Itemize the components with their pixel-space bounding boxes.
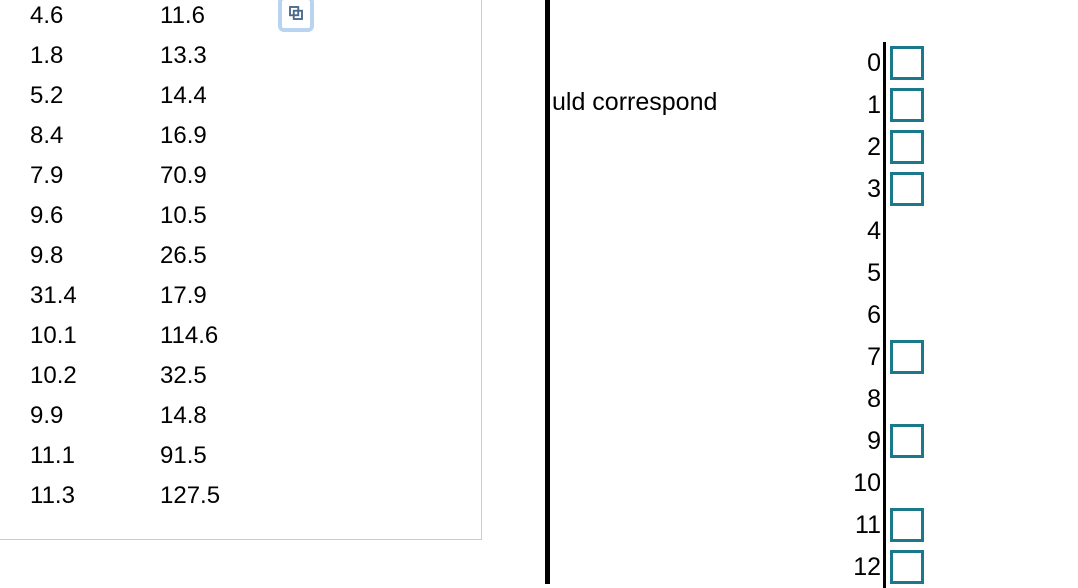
cell: 4.6	[30, 2, 160, 30]
answer-box-9[interactable]	[890, 424, 924, 458]
answer-box-11[interactable]	[890, 508, 924, 542]
answer-row: 0	[835, 42, 924, 84]
answer-label: 10	[835, 469, 883, 498]
axis-line	[883, 42, 886, 84]
answer-row: 7	[835, 336, 924, 378]
answer-box-1[interactable]	[890, 88, 924, 122]
answer-label: 12	[835, 553, 883, 582]
data-table-panel: 4.611.6 1.813.3 5.214.4 8.416.9 7.970.9 …	[0, 0, 482, 540]
cell: 11.3	[30, 482, 160, 510]
cell: 70.9	[160, 162, 280, 190]
answer-label: 6	[835, 301, 883, 330]
answer-box-8	[890, 382, 924, 416]
table-row: 4.611.6	[30, 2, 481, 30]
axis-line	[883, 504, 886, 546]
table-row: 5.214.4	[30, 82, 481, 110]
table-row: 10.232.5	[30, 362, 481, 390]
table-row: 9.610.5	[30, 202, 481, 230]
axis-line	[883, 546, 886, 588]
axis-line	[883, 168, 886, 210]
answer-label: 1	[835, 91, 883, 120]
cell: 127.5	[160, 482, 280, 510]
answer-row: 10	[835, 462, 924, 504]
answer-label: 9	[835, 427, 883, 456]
cell: 5.2	[30, 82, 160, 110]
cell: 10.2	[30, 362, 160, 390]
vertical-divider	[545, 0, 550, 584]
cell: 9.9	[30, 402, 160, 430]
answer-box-10	[890, 466, 924, 500]
copy-button[interactable]	[278, 0, 314, 32]
answer-row: 12	[835, 546, 924, 588]
data-table: 4.611.6 1.813.3 5.214.4 8.416.9 7.970.9 …	[0, 2, 481, 510]
answer-row: 2	[835, 126, 924, 168]
copy-icon	[287, 4, 305, 25]
answer-box-4	[890, 214, 924, 248]
answer-row: 3	[835, 168, 924, 210]
answer-label: 0	[835, 49, 883, 78]
answer-row: 8	[835, 378, 924, 420]
cell: 7.9	[30, 162, 160, 190]
cell: 14.8	[160, 402, 280, 430]
axis-line	[883, 336, 886, 378]
cell: 10.5	[160, 202, 280, 230]
answer-row: 1	[835, 84, 924, 126]
cell: 31.4	[30, 282, 160, 310]
answer-box-7[interactable]	[890, 340, 924, 374]
table-row: 31.417.9	[30, 282, 481, 310]
answer-box-12[interactable]	[890, 550, 924, 584]
table-row: 11.3127.5	[30, 482, 481, 510]
answer-row: 5	[835, 252, 924, 294]
answer-label: 11	[835, 511, 883, 540]
table-row: 7.970.9	[30, 162, 481, 190]
axis-line	[883, 378, 886, 420]
cell: 10.1	[30, 322, 160, 350]
answer-row: 6	[835, 294, 924, 336]
cell: 17.9	[160, 282, 280, 310]
answer-row: 11	[835, 504, 924, 546]
cell: 11.6	[160, 2, 280, 30]
axis-line	[883, 420, 886, 462]
table-row: 11.191.5	[30, 442, 481, 470]
answer-label: 7	[835, 343, 883, 372]
axis-line	[883, 210, 886, 252]
cell: 9.8	[30, 242, 160, 270]
table-row: 1.813.3	[30, 42, 481, 70]
axis-line	[883, 294, 886, 336]
answer-box-3[interactable]	[890, 172, 924, 206]
answer-box-6	[890, 298, 924, 332]
axis-line	[883, 84, 886, 126]
cell: 11.1	[30, 442, 160, 470]
answer-label: 5	[835, 259, 883, 288]
answer-column: 0 1 2 3 4 5 6 7 8 9 10 11 12	[835, 42, 924, 588]
axis-line	[883, 126, 886, 168]
table-row: 10.1114.6	[30, 322, 481, 350]
table-row: 9.914.8	[30, 402, 481, 430]
answer-label: 8	[835, 385, 883, 414]
cell: 8.4	[30, 122, 160, 150]
answer-label: 2	[835, 133, 883, 162]
cell: 9.6	[30, 202, 160, 230]
cell: 91.5	[160, 442, 280, 470]
table-row: 9.826.5	[30, 242, 481, 270]
answer-box-0[interactable]	[890, 46, 924, 80]
cell: 26.5	[160, 242, 280, 270]
answer-row: 9	[835, 420, 924, 462]
axis-line	[883, 252, 886, 294]
axis-line	[883, 462, 886, 504]
cell: 14.4	[160, 82, 280, 110]
answer-box-2[interactable]	[890, 130, 924, 164]
answer-row: 4	[835, 210, 924, 252]
cell: 13.3	[160, 42, 280, 70]
cell: 16.9	[160, 122, 280, 150]
cell: 1.8	[30, 42, 160, 70]
answer-label: 4	[835, 217, 883, 246]
answer-label: 3	[835, 175, 883, 204]
table-row: 8.416.9	[30, 122, 481, 150]
answer-box-5	[890, 256, 924, 290]
cell: 32.5	[160, 362, 280, 390]
cell: 114.6	[160, 322, 280, 350]
instruction-fragment: uld correspond	[552, 88, 717, 117]
